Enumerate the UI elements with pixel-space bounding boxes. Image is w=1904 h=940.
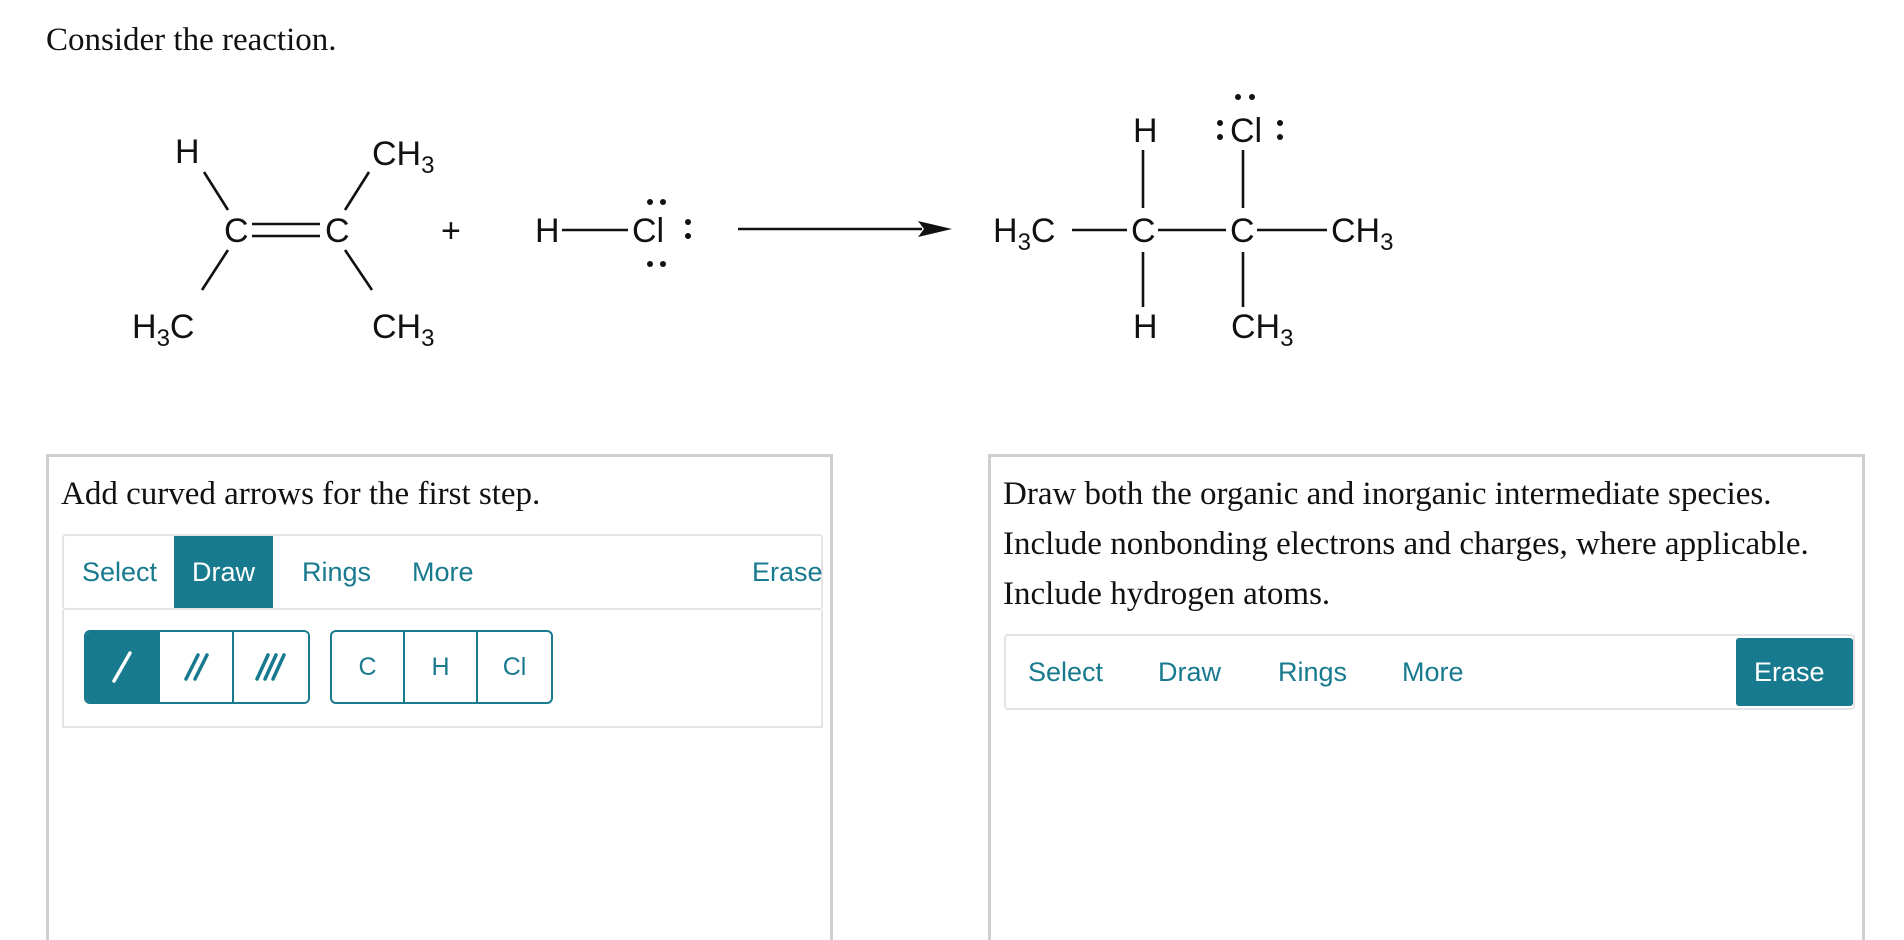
right-toolbar: Select Draw Rings More Erase: [1004, 634, 1855, 710]
tab-select[interactable]: Select: [64, 536, 175, 608]
product-molecule: H3C C C CH3 H H Cl CH3: [993, 94, 1393, 352]
atom-c-right: C: [325, 212, 350, 250]
reaction-scheme: H CH3 C C H3C CH3 + H Cl H3C C C CH3 H H…: [132, 94, 1393, 352]
tab-rings[interactable]: Rings: [284, 536, 389, 608]
plus-sign: +: [441, 212, 461, 250]
tab-select[interactable]: Select: [1010, 636, 1121, 708]
atom-h-top-product: H: [1133, 112, 1158, 150]
tab-rings[interactable]: Rings: [1260, 636, 1365, 708]
atom-button-c[interactable]: C: [332, 632, 405, 702]
double-bond-icon: [184, 653, 209, 681]
tab-more[interactable]: More: [394, 536, 492, 608]
left-toolbar: Select Draw Rings More Erase: [62, 534, 823, 610]
tab-more[interactable]: More: [1384, 636, 1482, 708]
atom-h3c-bottom-left: H3C: [132, 308, 194, 352]
intermediate-species-panel: Draw both the organic and inorganic inte…: [988, 454, 1865, 940]
erase-button[interactable]: Erase: [1736, 638, 1853, 706]
single-bond-button[interactable]: [86, 632, 160, 702]
bond-tools: [84, 630, 310, 704]
tab-draw[interactable]: Draw: [174, 536, 274, 608]
atom-button-cl[interactable]: Cl: [478, 632, 551, 702]
intermediate-instruction: Draw both the organic and inorganic inte…: [1003, 476, 1809, 612]
atom-cl-hcl: Cl: [632, 212, 664, 250]
double-bond-button[interactable]: [160, 632, 234, 702]
tab-draw[interactable]: Draw: [1140, 636, 1239, 708]
atom-h-bottom-product: H: [1133, 308, 1158, 346]
atom-h-top-left: H: [175, 133, 200, 171]
atom-h3c-product: H3C: [993, 212, 1055, 256]
atom-ch3-bottom-product: CH3: [1231, 308, 1293, 352]
atom-ch3-bottom-right: CH3: [372, 308, 434, 352]
atom-cl-top-product: Cl: [1230, 112, 1262, 150]
draw-tools-bar: C H Cl: [62, 610, 823, 728]
triple-bond-button[interactable]: [234, 632, 308, 702]
erase-button[interactable]: Erase: [734, 536, 841, 608]
atom-tools: C H Cl: [330, 630, 553, 704]
single-bond-icon: [112, 651, 132, 683]
reaction-arrow: [738, 221, 952, 237]
atom-ch3-right-product: CH3: [1331, 212, 1393, 256]
atom-c1-product: C: [1131, 212, 1156, 250]
reactant-alkene: H CH3 C C H3C CH3: [132, 133, 434, 352]
curved-arrows-panel: Add curved arrows for the first step. Se…: [46, 454, 833, 940]
triple-bond-icon: [255, 653, 286, 681]
curved-arrows-instruction: Add curved arrows for the first step.: [61, 476, 541, 512]
atom-button-h[interactable]: H: [405, 632, 478, 702]
atom-c2-product: C: [1230, 212, 1255, 250]
atom-h-hcl: H: [535, 212, 560, 250]
reactant-hcl: H Cl: [535, 199, 691, 267]
atom-ch3-top-right: CH3: [372, 135, 434, 179]
atom-c-left: C: [224, 212, 249, 250]
